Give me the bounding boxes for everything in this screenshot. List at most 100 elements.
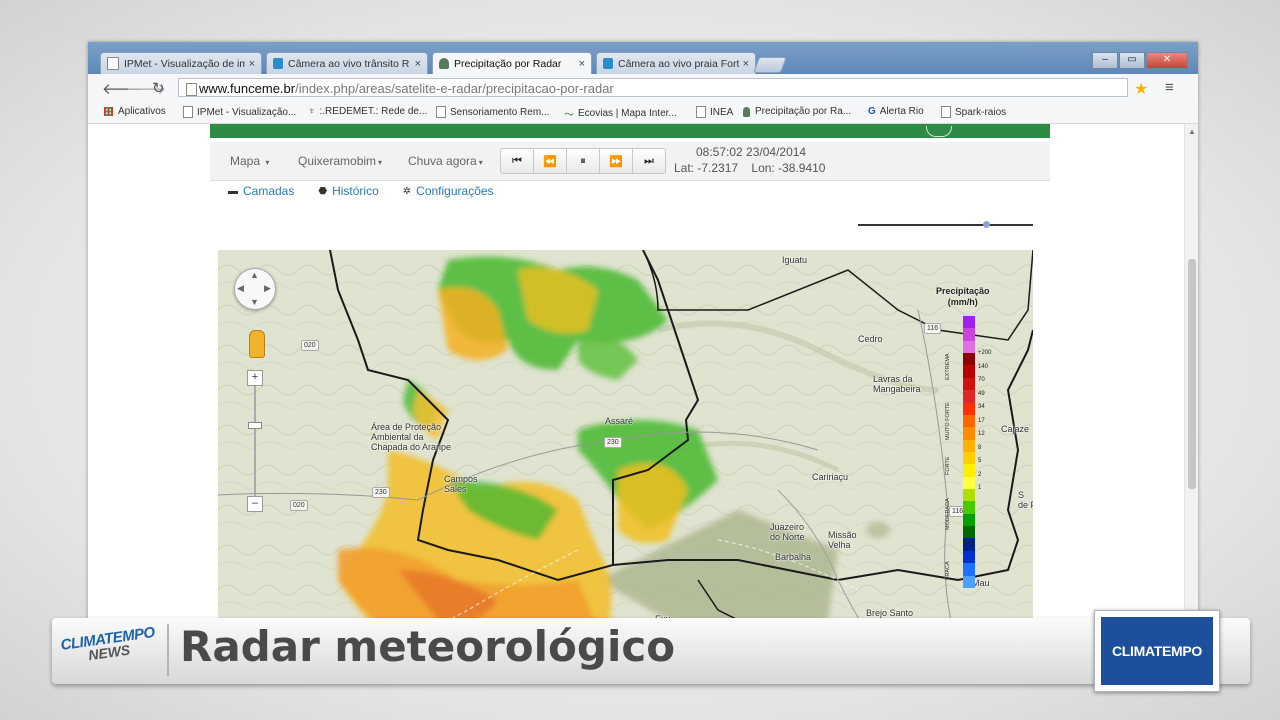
legend-class: EXTREMA	[945, 353, 951, 380]
map-type-dropdown[interactable]: Mapa ▾	[230, 154, 269, 168]
tab-ipmet[interactable]: IPMet - Visualização de im ×	[100, 52, 262, 74]
pan-control[interactable]: ▲ ▼ ◀ ▶	[234, 268, 276, 310]
bookmark-spark-raios[interactable]: Spark-raios	[941, 106, 1006, 118]
page-content: Mapa ▾ Quixeramobim ▾ Chuva agora ▾ ⏮ ⏪ ⏸ …	[88, 124, 1184, 642]
minimize-button[interactable]: –	[1092, 52, 1118, 69]
tab-camera-praia[interactable]: Câmera ao vivo praia Fort ×	[596, 52, 756, 74]
close-icon[interactable]: ×	[743, 58, 749, 70]
legend-swatch	[963, 402, 975, 415]
funceme-logo	[926, 126, 952, 137]
zoom-slider-track[interactable]	[254, 370, 256, 508]
street-view-pegman-icon[interactable]	[249, 330, 265, 358]
legend-swatch	[963, 550, 975, 564]
pan-right-icon[interactable]: ▶	[264, 283, 271, 294]
frame-info: 08:57:02 23/04/2014 Lat: -7.2317 Lon: -3…	[674, 144, 825, 176]
maximize-button[interactable]: ▭	[1119, 52, 1145, 69]
zoom-slider-thumb[interactable]	[248, 422, 262, 429]
place-label: Missão Velha	[828, 530, 857, 550]
window-controls: – ▭ ✕	[1092, 52, 1188, 69]
place-label: Cedro	[858, 334, 883, 344]
url-input[interactable]: www.funceme.br/index.php/areas/satelite-…	[178, 78, 1128, 97]
page-icon	[183, 106, 193, 118]
page-icon	[186, 83, 197, 96]
caret-down-icon: ▾	[378, 158, 383, 167]
pan-left-icon[interactable]: ◀	[237, 283, 244, 294]
address-bar: 🡐 🡒 ↻ www.funceme.br/index.php/areas/sat…	[88, 74, 1198, 103]
history-link[interactable]: ⬣ Histórico	[318, 184, 378, 198]
zoom-out-button[interactable]: –	[247, 496, 263, 512]
legend-swatch	[963, 489, 975, 502]
legend-tick: 49	[978, 390, 985, 397]
scrollbar-thumb[interactable]	[1188, 259, 1196, 489]
settings-link[interactable]: ✲ Configurações	[403, 184, 494, 198]
layers-link[interactable]: ▬ Camadas	[228, 184, 294, 198]
scroll-up-icon[interactable]: ▲	[1188, 127, 1196, 136]
road-shield: 230	[372, 487, 390, 498]
caret-down-icon: ▾	[265, 158, 270, 167]
new-tab-button[interactable]	[753, 57, 787, 73]
bookmark-sensoriamento[interactable]: Sensoriamento Rem...	[436, 106, 550, 118]
tab-precipitacao-radar[interactable]: Precipitação por Radar ×	[432, 52, 592, 74]
bookmark-aplicativos[interactable]: Aplicativos	[104, 106, 166, 117]
bookmark-alerta-rio[interactable]: G Alerta Rio	[868, 106, 924, 117]
tab-label: Precipitação por Radar	[454, 57, 562, 70]
opacity-slider[interactable]	[858, 221, 1033, 228]
bookmark-inea[interactable]: INEA	[696, 106, 733, 118]
climatempo-logo-text: CLIMATEMPO	[1101, 617, 1213, 685]
bookmark-ipmet[interactable]: IPMet - Visualização...	[183, 106, 296, 118]
layers-icon: ▬	[228, 185, 238, 197]
browser-window: IPMet - Visualização de im × Câmera ao v…	[88, 42, 1198, 642]
caret-down-icon: ▾	[478, 158, 483, 167]
climatempo-logo: CLIMATEMPO	[1094, 610, 1220, 692]
legend-swatch	[963, 538, 975, 551]
close-window-button[interactable]: ✕	[1146, 52, 1188, 69]
legend-swatch	[963, 451, 975, 465]
first-frame-button[interactable]: ⏮	[500, 148, 534, 174]
close-icon[interactable]: ×	[249, 58, 255, 70]
close-icon[interactable]: ×	[579, 58, 585, 70]
reload-icon[interactable]: ↻	[152, 79, 165, 97]
radar-map[interactable]: ▲ ▼ ◀ ▶ + – Iguatu Cedro Lavras da Mangabe…	[218, 250, 1033, 642]
bookmark-ecovias[interactable]: ～ Ecovias | Mapa Inter...	[564, 106, 677, 121]
legend-class: MODERADA	[945, 498, 951, 530]
bookmark-precipitacao[interactable]: Precipitação por Ra...	[743, 106, 851, 117]
pan-up-icon[interactable]: ▲	[250, 270, 259, 280]
road-shield: 230	[604, 437, 622, 448]
camera-icon	[273, 58, 283, 69]
menu-icon[interactable]: ≡	[1165, 79, 1174, 96]
place-label: Caririaçu	[812, 472, 849, 482]
legend-swatch	[963, 316, 975, 329]
legend-tick: 1	[978, 485, 982, 491]
place-label: Lavras da Mangabeira	[873, 374, 921, 394]
slider-knob[interactable]	[983, 221, 990, 228]
apps-icon	[104, 107, 113, 116]
pan-down-icon[interactable]: ▼	[250, 297, 259, 307]
next-frame-button[interactable]: ⏩	[599, 148, 633, 174]
previous-frame-button[interactable]: ⏪	[533, 148, 567, 174]
map-canvas	[218, 250, 1033, 642]
product-dropdown[interactable]: Chuva agora ▾	[408, 154, 483, 168]
legend-swatch	[963, 464, 975, 477]
radar-station-dropdown[interactable]: Quixeramobim ▾	[298, 154, 382, 168]
legend-tick: 5	[978, 458, 982, 464]
legend-swatch	[963, 353, 975, 366]
map-subnav: ▬ Camadas ⬣ Histórico ✲ Configurações	[228, 184, 494, 198]
page-scrollbar[interactable]: ▲	[1184, 124, 1198, 642]
pause-button[interactable]: ⏸	[566, 148, 600, 174]
tab-label: Câmera ao vivo trânsito R	[288, 57, 410, 70]
last-frame-button[interactable]: ⏭	[632, 148, 666, 174]
bookmark-star-icon[interactable]: ★	[1134, 79, 1148, 99]
place-label: S de F	[1018, 490, 1033, 510]
road-shield: 116	[924, 323, 942, 334]
legend-swatch	[963, 427, 975, 440]
bookmarks-bar: Aplicativos IPMet - Visualização... ♆:.R…	[88, 102, 1198, 124]
bookmark-redemet[interactable]: ♆:.REDEMET.: Rede de...	[308, 106, 427, 117]
legend-swatch	[963, 526, 975, 539]
animation-player: ⏮ ⏪ ⏸ ⏩ ⏭	[500, 148, 666, 174]
tab-camera-transito[interactable]: Câmera ao vivo trânsito R ×	[266, 52, 428, 74]
legend-tick: 8	[978, 444, 982, 451]
cursor-latitude: Lat: -7.2317	[674, 161, 739, 175]
zoom-in-button[interactable]: +	[247, 370, 263, 386]
road-shield: 020	[290, 500, 308, 511]
close-icon[interactable]: ×	[415, 58, 421, 70]
